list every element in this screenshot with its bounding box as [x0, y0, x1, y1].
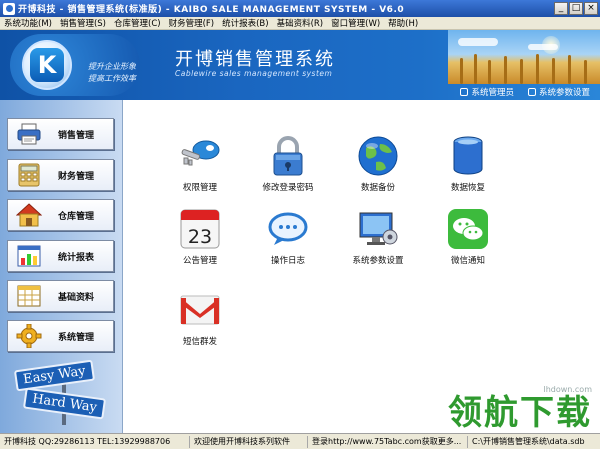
slogan-line-2: 提高工作效率 [88, 74, 136, 83]
system-subtitle: Cablewire sales management system [175, 69, 333, 78]
sidebar-item-label: 系统管理 [58, 332, 95, 343]
tile-wechat-notification[interactable]: 微信通知 [428, 207, 508, 267]
system-title: 开博销售管理系统 [175, 49, 335, 70]
house-icon [15, 203, 43, 227]
wheat-field-image [448, 30, 600, 84]
calendar-day: 23 [188, 226, 212, 248]
tile-data-restore[interactable]: 数据恢复 [428, 134, 508, 194]
menu-sales[interactable]: 销售管理(S) [60, 17, 106, 29]
sidebar: 销售管理 财务管理 仓库管理 统计报表 基础资料 系统管理 Easy Way H… [0, 100, 123, 433]
menu-bar: 系统功能(M) 销售管理(S) 仓库管理(C) 财务管理(F) 统计报表(B) … [0, 17, 600, 30]
sidebar-item-basic-data[interactable]: 基础资料 [7, 280, 114, 312]
tile-label: 数据备份 [360, 183, 395, 193]
tile-data-backup[interactable]: 数据备份 [338, 134, 418, 194]
sidebar-item-system[interactable]: 系统管理 [7, 320, 114, 352]
easy-way-sign: Easy Way [13, 359, 95, 392]
watermark-text: 领航下载 [448, 393, 592, 433]
sidebar-item-reports[interactable]: 统计报表 [7, 240, 114, 272]
tile-label: 公告管理 [182, 256, 217, 266]
printer-icon [16, 122, 42, 146]
watermark: lhdown.com 领航下载 [448, 385, 592, 432]
sidebar-item-sales[interactable]: 销售管理 [7, 118, 114, 150]
admin-user-label: 系统管理员 [471, 88, 514, 98]
sidebar-item-finance[interactable]: 财务管理 [7, 159, 114, 191]
menu-help[interactable]: 帮助(H) [388, 17, 418, 29]
tile-label: 操作日志 [270, 256, 305, 266]
status-welcome: 欢迎使用开博科技系列软件 [190, 435, 308, 448]
sidebar-item-label: 统计报表 [58, 252, 95, 263]
menu-warehouse[interactable]: 仓库管理(C) [114, 17, 161, 29]
menu-finance[interactable]: 财务管理(F) [169, 17, 215, 29]
sidebar-item-label: 仓库管理 [58, 211, 95, 222]
title-bar: 开博科技 - 销售管理系统(标准版) - KAIBO SALE MANAGEME… [0, 0, 600, 17]
tile-label: 修改登录密码 [262, 183, 314, 193]
system-settings-label: 系统参数设置 [538, 88, 590, 98]
key-icon [178, 134, 222, 178]
tile-sms-broadcast[interactable]: 短信群发 [160, 288, 240, 348]
sidebar-item-label: 基础资料 [58, 292, 95, 303]
sidebar-item-label: 销售管理 [58, 130, 95, 141]
main-panel: 权限管理 修改登录密码 数据备份 数据恢复 23 公告管理 操作日志 系统参数设… [124, 100, 600, 433]
tile-change-password[interactable]: 修改登录密码 [248, 134, 328, 194]
tile-label: 短信群发 [182, 337, 217, 347]
globe-icon [356, 134, 400, 178]
banner-links: 系统管理员 系统参数设置 [460, 86, 590, 98]
tile-operation-log[interactable]: 操作日志 [248, 207, 328, 267]
close-button[interactable]: × [584, 2, 598, 15]
user-icon [460, 88, 469, 96]
maximize-button[interactable]: □ [569, 2, 583, 15]
header-banner: K 提升企业形象 提高工作效率 开博销售管理系统 Cablewire sales… [0, 30, 600, 100]
app-icon [3, 2, 15, 15]
tile-label: 微信通知 [450, 256, 485, 266]
monitor-settings-icon [356, 207, 400, 251]
window-title: 开博科技 - 销售管理系统(标准版) - KAIBO SALE MANAGEME… [18, 5, 405, 15]
logo-k-icon: K [30, 48, 64, 82]
status-company-contact: 开博科技 QQ:29286113 TEL:13929988706 [0, 435, 190, 448]
menu-reports[interactable]: 统计报表(B) [222, 17, 268, 29]
tile-announcement-management[interactable]: 23 公告管理 [160, 207, 240, 267]
chat-bubble-icon [266, 207, 310, 251]
monitor-icon [527, 88, 536, 96]
menu-window[interactable]: 窗口管理(W) [331, 17, 380, 29]
padlock-icon [266, 134, 310, 178]
status-website: 登录http://www.75Tabc.com获取更多... [308, 435, 468, 448]
bar-chart-icon [16, 244, 42, 268]
menu-basic-data[interactable]: 基础资料(R) [277, 17, 324, 29]
tile-label: 数据恢复 [450, 183, 485, 193]
admin-user-link[interactable]: 系统管理员 [460, 86, 514, 98]
slogan-line-1: 提升企业形象 [88, 62, 136, 71]
tile-label: 权限管理 [182, 183, 217, 193]
gear-icon [16, 323, 42, 349]
tile-system-parameters[interactable]: 系统参数设置 [338, 207, 418, 267]
window-controls: _ □ × [554, 2, 598, 15]
street-signs-image: Easy Way Hard Way [10, 355, 115, 425]
calendar-icon: 23 [178, 207, 222, 251]
database-icon [446, 134, 490, 178]
minimize-button[interactable]: _ [554, 2, 568, 15]
gmail-icon [178, 288, 222, 332]
sidebar-item-warehouse[interactable]: 仓库管理 [7, 199, 114, 231]
menu-system-functions[interactable]: 系统功能(M) [4, 17, 52, 29]
sidebar-item-label: 财务管理 [58, 171, 95, 182]
status-database-path: C:\开博销售管理系统\data.sdb [472, 436, 585, 446]
wechat-icon [446, 207, 490, 251]
grid-table-icon [16, 284, 42, 308]
status-bar: 开博科技 QQ:29286113 TEL:13929988706 欢迎使用开博科… [0, 433, 600, 449]
logo: K [22, 40, 72, 90]
system-settings-link[interactable]: 系统参数设置 [527, 86, 590, 98]
tile-permission-management[interactable]: 权限管理 [160, 134, 240, 194]
calculator-icon [16, 163, 42, 187]
tile-label: 系统参数设置 [352, 256, 404, 266]
